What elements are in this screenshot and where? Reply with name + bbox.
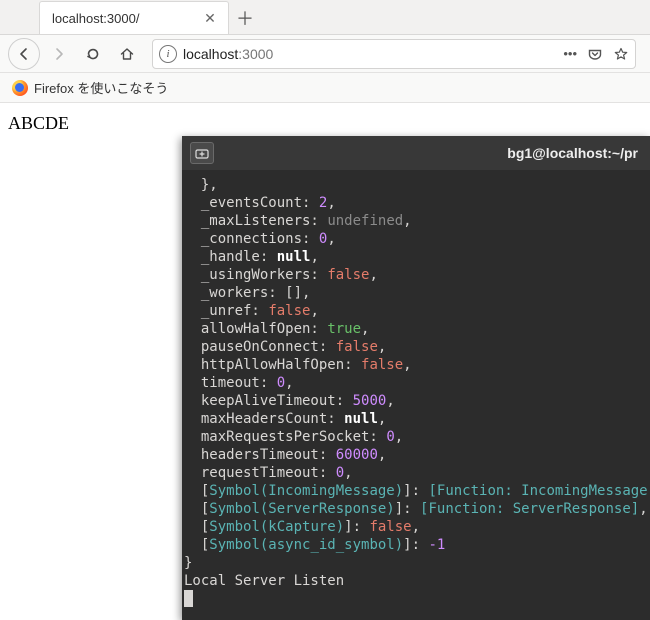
- terminal-output[interactable]: }, _eventsCount: 2, _maxListeners: undef…: [182, 170, 650, 620]
- bookmark-star-icon[interactable]: [613, 46, 629, 62]
- home-button[interactable]: [112, 39, 142, 69]
- arrow-right-icon: [51, 46, 67, 62]
- tab-title: localhost:3000/: [52, 11, 194, 26]
- tab-strip: localhost:3000/ ✕ ＋: [0, 0, 650, 35]
- terminal-window: bg1@localhost:~/pr }, _eventsCount: 2, _…: [182, 136, 650, 620]
- bookmark-item-firefox[interactable]: Firefox を使いこなそう: [8, 75, 172, 100]
- nav-toolbar: i localhost:3000 •••: [0, 35, 650, 73]
- firefox-icon: [12, 80, 28, 96]
- reload-button[interactable]: [78, 39, 108, 69]
- terminal-new-tab-button[interactable]: [190, 142, 214, 164]
- url-text: localhost:3000: [183, 46, 557, 62]
- bookmark-label: Firefox を使いこなそう: [34, 78, 168, 97]
- terminal-newtab-icon: [195, 147, 209, 159]
- bookmark-toolbar: Firefox を使いこなそう: [0, 73, 650, 103]
- forward-button: [44, 39, 74, 69]
- url-port: :3000: [238, 46, 273, 62]
- back-button[interactable]: [8, 38, 40, 70]
- url-host: localhost: [183, 46, 238, 62]
- pocket-icon[interactable]: [587, 46, 603, 62]
- page-body-text: ABCDE: [8, 113, 69, 133]
- tabstrip-spacer: [0, 0, 39, 34]
- terminal-titlebar: bg1@localhost:~/pr: [182, 136, 650, 170]
- site-info-icon[interactable]: i: [159, 45, 177, 63]
- arrow-left-icon: [16, 46, 32, 62]
- terminal-title: bg1@localhost:~/pr: [224, 145, 642, 161]
- url-bar[interactable]: i localhost:3000 •••: [152, 39, 636, 69]
- home-icon: [119, 46, 135, 62]
- page-actions-icon[interactable]: •••: [563, 46, 577, 61]
- reload-icon: [85, 46, 101, 62]
- close-tab-icon[interactable]: ✕: [202, 10, 218, 26]
- url-actions: •••: [563, 46, 629, 62]
- new-tab-button[interactable]: ＋: [229, 1, 261, 34]
- terminal-cursor: [184, 590, 193, 607]
- browser-tab[interactable]: localhost:3000/ ✕: [39, 1, 229, 34]
